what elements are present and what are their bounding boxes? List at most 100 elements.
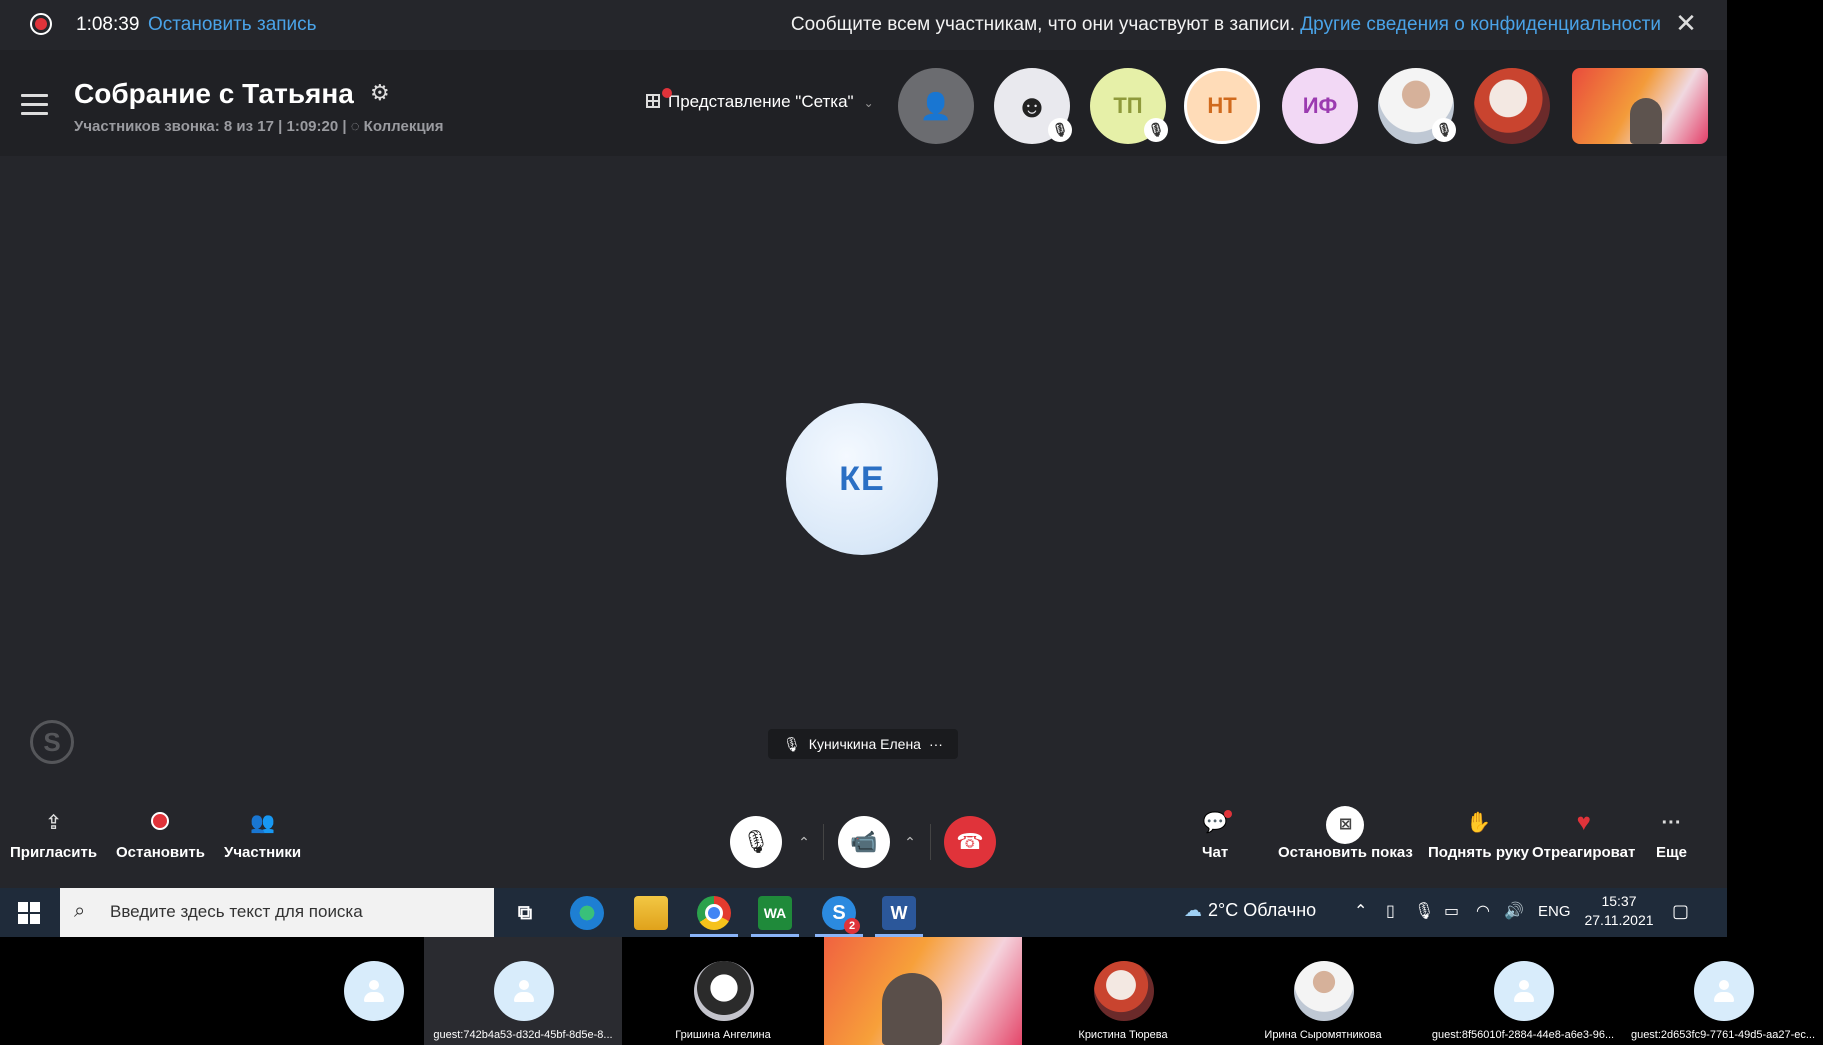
participant-avatar[interactable]: ТП 🎙 bbox=[1090, 68, 1168, 144]
person-icon bbox=[1713, 980, 1735, 1002]
file-explorer-icon[interactable] bbox=[634, 896, 668, 930]
meeting-title: Собрание с Татьяна bbox=[74, 78, 354, 109]
share-icon: ⇪ bbox=[45, 812, 62, 834]
participant-tile[interactable]: Ирина Сыромятникова bbox=[1224, 937, 1422, 1045]
mic-off-icon: 🎙 bbox=[1432, 118, 1456, 142]
wifi-icon[interactable]: ◠ bbox=[1476, 901, 1490, 921]
participant-video-thumbnail[interactable] bbox=[1572, 68, 1708, 144]
edge-icon[interactable] bbox=[570, 896, 604, 930]
chevron-up-icon: ⌃ bbox=[904, 833, 916, 850]
participant-tile[interactable]: guest:8f56010f-2884-44e8-a6e3-96... bbox=[1424, 937, 1622, 1045]
windows-taskbar: ⌕ Введите здесь текст для поиска ⧉ WA S2… bbox=[0, 888, 1727, 937]
word-icon[interactable]: W bbox=[882, 896, 916, 930]
cloud-icon: ☁ bbox=[1184, 900, 1202, 920]
participant-avatar[interactable]: ИФ bbox=[1282, 68, 1358, 144]
clock[interactable]: 15:37 27.11.2021 bbox=[1584, 892, 1654, 930]
chat-button[interactable]: 💬 Чат bbox=[1202, 810, 1232, 861]
skype-icon[interactable]: S2 bbox=[822, 896, 860, 934]
avatar-initials: НТ bbox=[1207, 93, 1237, 118]
camera-button[interactable]: 📹 bbox=[838, 816, 890, 868]
participant-name: Кристина Тюрева bbox=[1078, 1029, 1168, 1041]
participant-tile[interactable]: guest:2d653fc9-7761-49d5-aa27-ec... bbox=[1624, 937, 1822, 1045]
speaker-name-tag[interactable]: 🎙 Куничкина Елена ··· bbox=[768, 729, 958, 759]
more-label: Еще bbox=[1656, 844, 1688, 861]
weather-text: 2°C Облачно bbox=[1208, 900, 1317, 920]
participant-name: guest:8f56010f-2884-44e8-a6e3-96... bbox=[1431, 1029, 1615, 1041]
grid-view-button[interactable]: Представление "Сетка" ⌄ bbox=[646, 88, 874, 112]
stop-sharing-button[interactable]: ⊠ Остановить показ bbox=[1278, 806, 1413, 861]
taskbar-search-input[interactable]: ⌕ Введите здесь текст для поиска bbox=[60, 888, 494, 937]
microphone-options-button[interactable]: ⌃ bbox=[792, 826, 816, 858]
language-indicator[interactable]: ENG bbox=[1538, 903, 1571, 920]
person-icon bbox=[513, 980, 535, 1002]
participant-name: guest:2d653fc9-7761-49d5-aa27-ec... bbox=[1630, 1029, 1816, 1041]
meeting-stats: Участников звонка: 8 из 17 | 1:09:20 | bbox=[74, 118, 347, 135]
gear-icon[interactable]: ⚙ bbox=[370, 80, 390, 106]
participant-tile[interactable]: Кристина Тюрева bbox=[1024, 937, 1222, 1045]
microphone-icon[interactable]: 🎙 bbox=[1414, 901, 1434, 921]
react-button[interactable]: ♥ Отреагироват bbox=[1532, 809, 1635, 862]
chat-icon: 💬 bbox=[1202, 810, 1232, 834]
hamburger-menu-icon[interactable] bbox=[21, 94, 48, 115]
stop-share-label: Остановить показ bbox=[1278, 844, 1413, 861]
stop-share-icon: ⊠ bbox=[1278, 806, 1413, 844]
invite-button[interactable]: ⇪ Пригласить bbox=[10, 812, 97, 861]
person-icon bbox=[363, 980, 385, 1002]
participant-avatar[interactable] bbox=[1474, 68, 1550, 144]
stop-label: Остановить bbox=[116, 844, 205, 861]
mic-off-icon: 🎙 bbox=[783, 735, 801, 752]
grid-icon bbox=[646, 88, 672, 108]
raise-hand-button[interactable]: ✋ Поднять руку bbox=[1428, 812, 1529, 861]
add-participant-button[interactable]: 👤 bbox=[898, 68, 974, 144]
skype-logo-icon: S bbox=[30, 720, 74, 764]
search-icon: ⌕ bbox=[74, 900, 86, 922]
default-avatar bbox=[1694, 961, 1754, 1021]
person-icon bbox=[1513, 980, 1535, 1002]
chevron-up-icon[interactable]: ⌃ bbox=[1354, 901, 1367, 921]
chrome-icon[interactable] bbox=[697, 896, 731, 930]
camera-options-button[interactable]: ⌃ bbox=[898, 826, 922, 858]
participant-avatar bbox=[694, 961, 754, 1021]
gallery-link[interactable]: Коллекция bbox=[364, 118, 444, 135]
default-avatar bbox=[344, 961, 404, 1021]
windows-start-icon[interactable] bbox=[18, 902, 40, 924]
participant-avatar[interactable]: ☻ 🎙 bbox=[994, 68, 1072, 144]
stop-recording-button[interactable]: Остановить bbox=[116, 812, 205, 861]
raise-hand-label: Поднять руку bbox=[1428, 844, 1529, 861]
participants-button[interactable]: 👥 Участники bbox=[224, 812, 301, 861]
participant-avatar bbox=[1294, 961, 1354, 1021]
participant-avatar[interactable]: 🎙 bbox=[1378, 68, 1456, 144]
volume-icon[interactable]: 🔊 bbox=[1504, 901, 1524, 921]
search-placeholder: Введите здесь текст для поиска bbox=[110, 902, 363, 921]
close-icon[interactable]: ✕ bbox=[1672, 10, 1700, 38]
heart-icon: ♥ bbox=[1576, 809, 1591, 836]
more-button[interactable]: ··· Еще bbox=[1656, 812, 1687, 861]
battery-icon[interactable]: ▭ bbox=[1444, 901, 1459, 921]
participant-avatar bbox=[1094, 961, 1154, 1021]
privacy-link[interactable]: Другие сведения о конфиденциальности bbox=[1300, 14, 1661, 35]
task-view-icon[interactable]: ⧉ bbox=[508, 896, 542, 930]
chevron-down-icon: ⌄ bbox=[863, 96, 874, 110]
default-avatar bbox=[1494, 961, 1554, 1021]
participant-avatar[interactable]: НТ bbox=[1184, 68, 1260, 144]
participant-name: Ирина Сыромятникова bbox=[1264, 1029, 1382, 1041]
usb-icon[interactable]: ▯ bbox=[1386, 901, 1395, 921]
microphone-button[interactable]: 🎙 bbox=[730, 816, 782, 868]
call-toolbar: ⇪ Пригласить Остановить 👥 Участники 🎙 ⌃ … bbox=[0, 796, 1727, 888]
participant-tile[interactable]: Гришина Ангелина bbox=[624, 937, 822, 1045]
participants-icon: 👥 bbox=[250, 812, 275, 834]
participant-tile[interactable]: guest:742b4a53-d32d-45bf-8d5e-8... bbox=[424, 937, 622, 1045]
gallery-icon[interactable]: ◌ bbox=[351, 118, 360, 135]
more-options-icon[interactable]: ··· bbox=[929, 736, 943, 752]
meeting-subtitle: Участников звонка: 8 из 17 | 1:09:20 | ◌… bbox=[74, 118, 444, 135]
speaker-name: Куничкина Елена bbox=[808, 736, 921, 752]
weather-widget[interactable]: ☁ 2°C Облачно bbox=[1184, 900, 1316, 921]
participant-video-tile[interactable] bbox=[824, 937, 1022, 1045]
avatar-initials: ИФ bbox=[1302, 93, 1338, 118]
stop-recording-link[interactable]: Остановить запись bbox=[148, 14, 317, 36]
whatsapp-label: WA bbox=[763, 905, 787, 921]
whatsapp-icon[interactable]: WA bbox=[758, 896, 792, 930]
end-call-button[interactable]: ☎ bbox=[944, 816, 996, 868]
notification-icon[interactable]: ▢ bbox=[1672, 901, 1689, 922]
hand-icon: ✋ bbox=[1466, 812, 1491, 834]
